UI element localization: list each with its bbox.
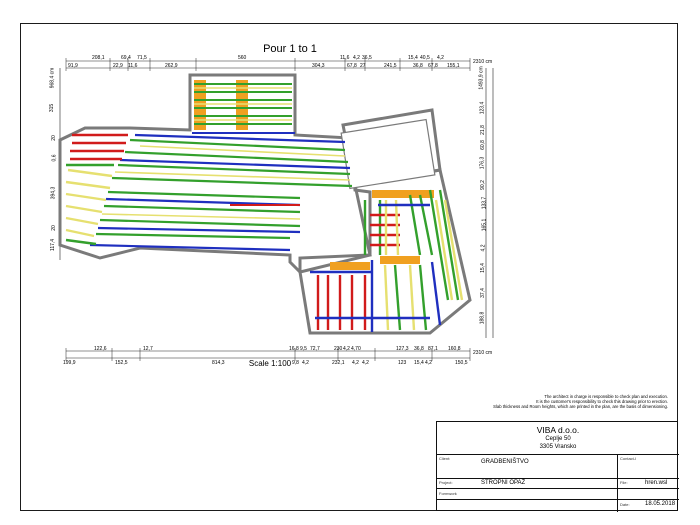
- right-zone-beams: [310, 189, 464, 332]
- dim-label: 4,2: [437, 55, 444, 61]
- dim-label: 165,1: [481, 218, 488, 232]
- dim-label: 4,2: [362, 360, 369, 366]
- dim-total: 2310 cm: [473, 59, 493, 65]
- date-caption: Date:: [620, 502, 630, 507]
- dim-label: 262,9: [165, 63, 178, 69]
- dim-label: 4,70: [351, 346, 361, 352]
- dim-label: 16,8: [289, 346, 299, 352]
- company-street: Ceplje 50: [545, 436, 571, 442]
- project-caption: Project:: [439, 480, 453, 485]
- client-caption: Client:: [439, 456, 451, 461]
- dim-label: 0,6: [51, 154, 58, 162]
- formwork-caption: Formwork: [439, 491, 457, 496]
- dim-label: 21,8: [479, 125, 486, 135]
- dim-label: 36,8: [414, 346, 424, 352]
- divider: [437, 488, 679, 489]
- dim-label: 230: [334, 346, 343, 352]
- dim-label: 12,7: [143, 346, 153, 352]
- dim-label: 133,7: [481, 196, 488, 210]
- dim-label: 188,8: [479, 311, 486, 325]
- dim-label: 4,2: [352, 360, 359, 366]
- file-caption: File:: [620, 480, 628, 485]
- dim-label: 4,2: [480, 244, 487, 252]
- company-city: 3305 Vransko: [539, 444, 577, 450]
- dim-label: 9,8: [292, 360, 299, 366]
- dim-label: 208,1: [92, 55, 105, 61]
- dim-label: 160,8: [448, 346, 461, 352]
- divider: [437, 454, 679, 455]
- dim-label: 67,8: [428, 63, 438, 69]
- dim-label: 11,6: [128, 63, 138, 69]
- void-area: [340, 118, 436, 190]
- note-line: Slab thickness and Room heights, which a…: [493, 404, 668, 409]
- dim-total: 968,4 cm: [49, 67, 56, 89]
- dim-label: 87,1: [428, 346, 438, 352]
- dim-label: 241,5: [384, 63, 397, 69]
- dim-label: 15,4: [414, 360, 424, 366]
- divider: [617, 454, 618, 512]
- dim-label: 4,2: [343, 346, 350, 352]
- dim-label: 176,3: [479, 156, 486, 170]
- dim-label: 814,3: [212, 360, 225, 366]
- dim-label: 560: [238, 55, 247, 61]
- dim-label: 20: [50, 135, 57, 141]
- dim-label: 91,9: [68, 63, 78, 69]
- date-value: 18.05.2018: [645, 501, 676, 507]
- dim-label: 152,5: [115, 360, 128, 366]
- dim-label: 20: [50, 225, 57, 231]
- title-block: VIBA d.o.o. Ceplje 50 3305 Vransko Clien…: [436, 421, 679, 512]
- dim-label: 122,6: [94, 346, 107, 352]
- dim-label: 36,5: [362, 55, 372, 61]
- dim-label: 123: [398, 360, 407, 366]
- dim-label: 150,5: [455, 360, 468, 366]
- contact-caption: Contact-I: [620, 456, 637, 461]
- dim-label: 36,8: [413, 63, 423, 69]
- dim-label: 155,1: [447, 63, 460, 69]
- divider: [437, 499, 679, 500]
- dim-label: 127,3: [396, 346, 409, 352]
- divider: [437, 478, 679, 479]
- project-value: STROPNI OPAŽ: [481, 480, 526, 486]
- dim-label: 394,3: [50, 186, 57, 200]
- dim-total: 1493,9 cm: [478, 66, 485, 90]
- dim-label: 4,2: [353, 55, 360, 61]
- dim-label: 27: [360, 63, 366, 69]
- dim-label: 69,4: [121, 55, 131, 61]
- dim-label: 304,3: [312, 63, 325, 69]
- dim-total: 2310 cm: [473, 350, 493, 356]
- file-value: hren.wsl: [645, 480, 668, 486]
- dim-label: 40,5: [420, 55, 430, 61]
- dim-label: 4,2: [425, 360, 432, 366]
- dim-label: 4,2: [302, 360, 309, 366]
- top-zone-beams: [192, 78, 295, 134]
- dim-label: 22,9: [113, 63, 123, 69]
- dim-label: 37,4: [479, 288, 486, 298]
- dim-label: 71,5: [137, 55, 147, 61]
- client-value: GRADBENIŠTVO: [481, 459, 529, 465]
- dim-label: 9,5: [300, 346, 307, 352]
- dim-label: 11,6: [340, 55, 350, 61]
- dim-label: 15,4: [408, 55, 418, 61]
- dim-label: 232,1: [332, 360, 345, 366]
- dim-label: 123,4: [479, 101, 486, 115]
- dim-label: 315: [49, 103, 56, 113]
- dim-label: 60,8: [479, 140, 486, 150]
- dim-label: 117,4: [50, 238, 57, 252]
- dim-label: 199,9: [63, 360, 76, 366]
- dim-label: 90,2: [479, 180, 486, 190]
- main-zone-beams: [89, 133, 353, 252]
- dim-label: 15,4: [479, 263, 486, 273]
- dim-label: 72,7: [310, 346, 320, 352]
- company-name: VIBA d.o.o.: [536, 425, 580, 435]
- dim-label: 67,8: [347, 63, 357, 69]
- drawing-title: Pour 1 to 1: [263, 43, 317, 55]
